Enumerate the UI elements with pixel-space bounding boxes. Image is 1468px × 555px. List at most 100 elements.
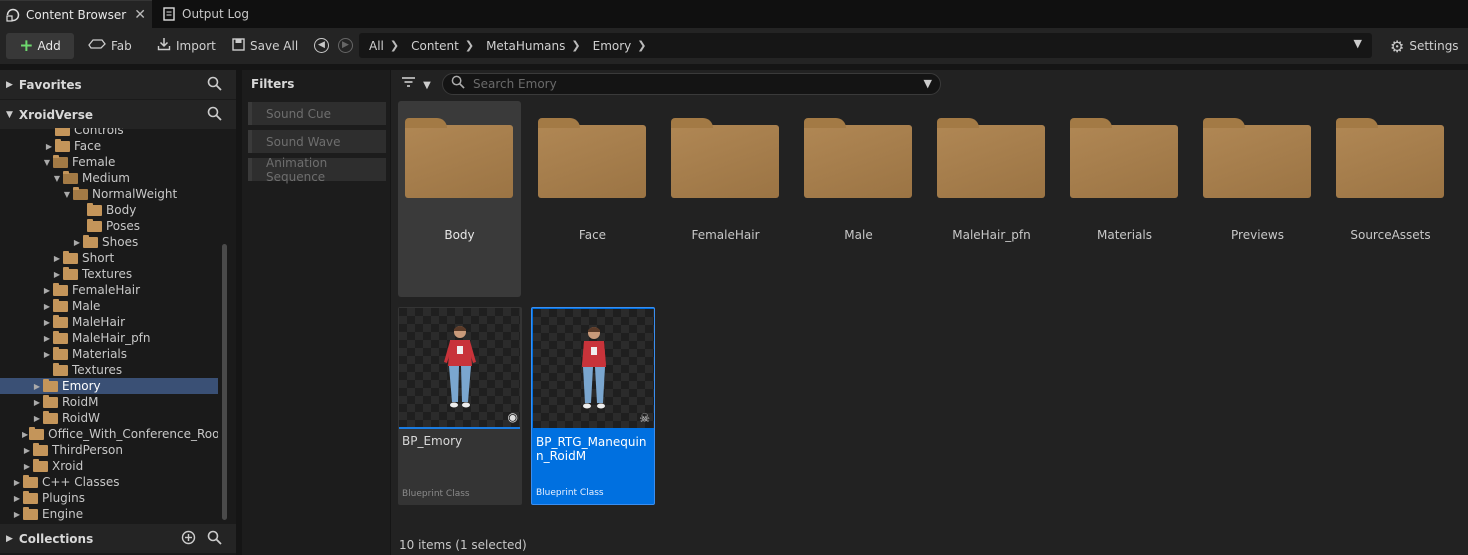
tree-arrow[interactable]: ▶ — [42, 334, 52, 343]
breadcrumb-item[interactable]: Content — [411, 39, 459, 53]
tree-arrow[interactable]: ▶ — [22, 430, 28, 439]
tree-item-plugins[interactable]: ▶ Plugins — [0, 490, 218, 506]
chevron-right-icon[interactable]: ❯ — [390, 39, 399, 52]
tree-item-female[interactable]: ▼ Female — [0, 154, 218, 170]
asset-tile-bp-emory[interactable]: ◉ BP_Emory Blueprint Class — [398, 307, 522, 505]
tree-label: Plugins — [42, 491, 85, 505]
chevron-right-icon[interactable]: ❯ — [571, 39, 580, 52]
tree-item-poses[interactable]: Poses — [0, 218, 218, 234]
folder-icon — [671, 118, 779, 198]
tree-item-medium[interactable]: ▼ Medium — [0, 170, 218, 186]
chevron-right-icon[interactable]: ❯ — [465, 39, 474, 52]
search-icon[interactable] — [207, 106, 222, 125]
tree-arrow[interactable]: ▼ — [42, 158, 52, 167]
status-text: 10 items (1 selected) — [399, 538, 527, 552]
chevron-down-icon[interactable]: ▼ — [924, 77, 932, 90]
tree-item-roidw[interactable]: ▶ RoidW — [0, 410, 218, 426]
tree-item-textures[interactable]: Textures — [0, 362, 218, 378]
chevron-right-icon[interactable]: ❯ — [637, 39, 646, 52]
tree-arrow[interactable]: ▶ — [44, 142, 54, 151]
tree-item-male[interactable]: ▶ Male — [0, 298, 218, 314]
add-collection-icon[interactable] — [181, 530, 196, 549]
forward-icon[interactable]: ▶ — [338, 38, 353, 53]
folder-tile-previews[interactable]: Previews — [1196, 101, 1319, 297]
tree-arrow[interactable]: ▶ — [12, 478, 22, 487]
search-icon[interactable] — [207, 76, 222, 95]
tree-item-thirdperson[interactable]: ▶ ThirdPerson — [0, 442, 218, 458]
folder-tile-male[interactable]: Male — [797, 101, 920, 297]
tree-arrow[interactable]: ▶ — [42, 286, 52, 295]
collections-header[interactable]: ▶ Collections — [0, 524, 236, 553]
import-button[interactable]: Import — [151, 33, 222, 59]
tree-item-malehair-pfn[interactable]: ▶ MaleHair_pfn — [0, 330, 218, 346]
tree-item-shoes[interactable]: ▶ Shoes — [0, 234, 218, 250]
tree-arrow[interactable]: ▶ — [32, 414, 42, 423]
folder-open-icon — [53, 154, 68, 168]
tree-arrow[interactable]: ▼ — [62, 190, 72, 199]
tree-item-office[interactable]: ▶ Office_With_Conference_Room — [0, 426, 218, 442]
tree-item-cpp-classes[interactable]: ▶ C++ Classes — [0, 474, 218, 490]
tree-arrow[interactable]: ▶ — [32, 382, 42, 391]
save-all-button[interactable]: Save All — [226, 33, 304, 59]
folder-tile-face[interactable]: Face — [531, 101, 654, 297]
filter-dropdown-button[interactable]: ▼ — [401, 76, 431, 92]
folder-tile-materials[interactable]: Materials — [1063, 101, 1186, 297]
tree-arrow[interactable]: ▼ — [52, 174, 62, 183]
search-input[interactable]: Search Emory ▼ — [442, 73, 941, 95]
tree-arrow[interactable]: ▶ — [42, 302, 52, 311]
tree-item-materials[interactable]: ▶ Materials — [0, 346, 218, 362]
tree-arrow[interactable]: ▶ — [12, 494, 22, 503]
tree-item-body[interactable]: Body — [0, 202, 218, 218]
sources-panel: ▶ Favorites ▼ XroidVerse Controls ▶ Face … — [0, 70, 236, 555]
breadcrumb-item[interactable]: MetaHumans — [486, 39, 565, 53]
favorites-header[interactable]: ▶ Favorites — [0, 70, 236, 99]
tree-item-xroid[interactable]: ▶ Xroid — [0, 458, 218, 474]
settings-label: Settings — [1409, 39, 1459, 53]
tree-item-short[interactable]: ▶ Short — [0, 250, 218, 266]
tree-item-femalehair[interactable]: ▶ FemaleHair — [0, 282, 218, 298]
settings-button[interactable]: ⚙ Settings — [1384, 33, 1465, 59]
filter-chip[interactable]: Animation Sequence — [248, 156, 386, 184]
tree-item-emory[interactable]: ▶ Emory — [0, 378, 218, 394]
tree-arrow[interactable]: ▶ — [32, 398, 42, 407]
tab-output-log[interactable]: Output Log — [158, 0, 278, 28]
folder-tile-malehair-pfn[interactable]: MaleHair_pfn — [930, 101, 1053, 297]
tree-item-malehair[interactable]: ▶ MaleHair — [0, 314, 218, 330]
tree-arrow[interactable]: ▶ — [12, 510, 22, 519]
tree-item-roidm[interactable]: ▶ RoidM — [0, 394, 218, 410]
tree-arrow[interactable]: ▶ — [22, 446, 32, 455]
folder-tile-sourceassets[interactable]: SourceAssets — [1329, 101, 1452, 297]
folder-tile-body[interactable]: Body — [398, 101, 521, 297]
tree-arrow[interactable]: ▶ — [22, 462, 32, 471]
chevron-right-icon[interactable]: ▶ — [6, 80, 13, 90]
asset-tile-bp-rtg-manequinn[interactable]: ☠ BP_RTG_Manequinn_RoidM Blueprint Class — [531, 307, 655, 505]
tree-item-face[interactable]: ▶ Face — [0, 138, 218, 154]
favorites-label: Favorites — [18, 77, 82, 92]
tree-scrollbar[interactable] — [222, 244, 227, 520]
tree-arrow[interactable]: ▶ — [42, 318, 52, 327]
filter-chip[interactable]: Sound Cue — [248, 102, 386, 125]
tree-arrow[interactable]: ▶ — [72, 238, 82, 247]
tree-item-engine[interactable]: ▶ Engine — [0, 506, 218, 522]
chevron-down-icon[interactable]: ▼ — [1354, 37, 1362, 50]
project-header[interactable]: ▼ XroidVerse — [0, 100, 236, 129]
breadcrumb-item[interactable]: All — [369, 39, 384, 53]
tree-arrow[interactable]: ▶ — [52, 270, 62, 279]
tree-arrow[interactable]: ▶ — [52, 254, 62, 263]
tab-content-browser[interactable]: Content Browser ✕ — [0, 0, 152, 28]
back-icon[interactable]: ◀ — [314, 38, 329, 53]
chevron-down-icon[interactable]: ▼ — [6, 110, 13, 120]
breadcrumb-item[interactable]: Emory — [593, 39, 632, 53]
close-icon[interactable]: ✕ — [134, 7, 146, 23]
folder-icon — [405, 118, 513, 198]
chevron-right-icon[interactable]: ▶ — [6, 534, 13, 544]
folder-tile-femalehair[interactable]: FemaleHair — [664, 101, 787, 297]
tree-item-textures[interactable]: ▶ Textures — [0, 266, 218, 282]
tree-arrow[interactable]: ▶ — [42, 350, 52, 359]
filter-chip[interactable]: Sound Wave — [248, 130, 386, 153]
search-icon[interactable] — [207, 530, 222, 549]
tree-item-normalweight[interactable]: ▼ NormalWeight — [0, 186, 218, 202]
fab-button[interactable]: Fab — [82, 33, 138, 59]
add-button[interactable]: + Add — [6, 33, 74, 59]
tree-item-controls[interactable]: Controls — [0, 128, 218, 138]
